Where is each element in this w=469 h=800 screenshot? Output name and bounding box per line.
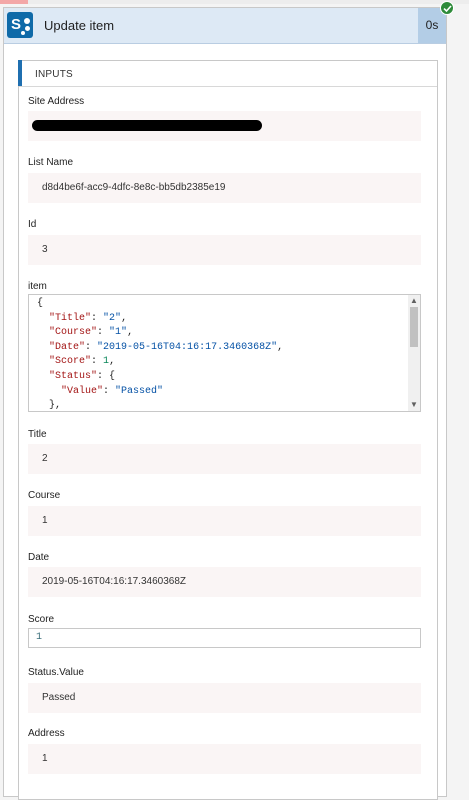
previous-step-indicator xyxy=(0,0,28,4)
date-label: Date xyxy=(28,552,50,563)
list-name-value: d8d4be6f-acc9-4dfc-8e8c-bb5db2385e19 xyxy=(28,173,421,203)
course-value: 1 xyxy=(28,506,421,536)
json-line: "Status": { xyxy=(49,370,116,382)
json-scrollbar[interactable]: ▲ ▼ xyxy=(408,295,420,411)
site-address-label: Site Address xyxy=(28,96,85,107)
divider xyxy=(19,86,437,87)
list-name-label: List Name xyxy=(28,157,74,168)
redacted-value xyxy=(32,120,262,131)
course-label: Course xyxy=(28,490,61,501)
inputs-section-label: INPUTS xyxy=(35,69,73,80)
json-line: { xyxy=(37,298,44,309)
date-value: 2019-05-16T04:16:17.3460368Z xyxy=(28,567,421,597)
status-value-label: Status.Value xyxy=(28,667,84,678)
score-value: 1 xyxy=(28,628,421,648)
title-value: 2 xyxy=(28,444,421,474)
card-header[interactable]: S Update item 0s xyxy=(4,8,446,44)
checkmark-circle-icon xyxy=(440,1,454,15)
json-line: }, xyxy=(37,400,62,412)
top-strip xyxy=(0,0,469,4)
json-line: "Score": 1, xyxy=(49,356,116,368)
id-label: Id xyxy=(28,219,37,230)
chevron-up-icon[interactable]: ▲ xyxy=(410,297,418,305)
scroll-thumb[interactable] xyxy=(410,307,418,347)
site-address-value xyxy=(28,111,421,141)
card-title: Update item xyxy=(44,18,115,33)
address-value: 1 xyxy=(28,744,421,774)
sharepoint-logo-icon: S xyxy=(7,12,33,38)
page-scrollbar[interactable] xyxy=(460,30,469,787)
item-json-viewer[interactable]: { "Title": "2", "Course": "1", "Date": "… xyxy=(28,294,421,412)
chevron-down-icon[interactable]: ▼ xyxy=(410,401,418,409)
address-label: Address xyxy=(28,728,65,739)
json-line: "Title": "2", xyxy=(49,312,128,324)
json-line: "Value": "Passed" xyxy=(61,385,164,397)
item-label: item xyxy=(28,281,47,292)
title-label: Title xyxy=(28,429,47,440)
score-label: Score xyxy=(28,614,55,625)
id-value: 3 xyxy=(28,235,421,265)
item-json-content: { "Title": "2", "Course": "1", "Date": "… xyxy=(37,297,284,412)
status-value-value: Passed xyxy=(28,683,421,713)
json-line: "Course": "1", xyxy=(49,327,134,339)
json-line: "Date": "2019-05-16T04:16:17.3460368Z", xyxy=(49,341,284,353)
